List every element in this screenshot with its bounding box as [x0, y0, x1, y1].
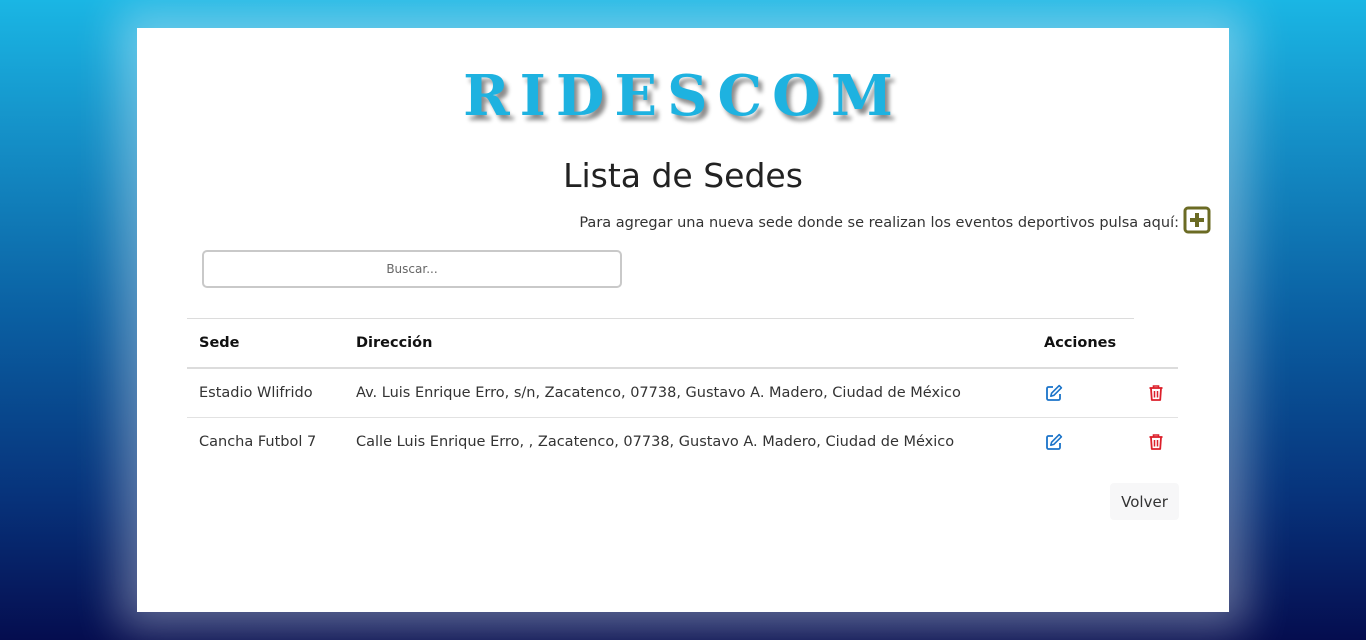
volver-button[interactable]: Volver: [1110, 483, 1179, 520]
plus-square-icon: [1183, 206, 1211, 234]
edit-icon: [1046, 384, 1063, 401]
edit-button[interactable]: [1044, 432, 1064, 452]
add-sede-text: Para agregar una nueva sede donde se rea…: [579, 215, 1179, 231]
cell-sede: Cancha Futbol 7: [199, 434, 317, 450]
cell-delete: [1134, 368, 1178, 418]
delete-button[interactable]: [1146, 383, 1166, 403]
delete-button[interactable]: [1146, 432, 1166, 452]
cell-edit: [1032, 368, 1134, 418]
header-direccion: Dirección: [344, 318, 1032, 369]
header-sede: Sede: [187, 318, 344, 369]
table-row: Cancha Futbol 7 Calle Luis Enrique Erro,…: [187, 418, 1178, 467]
page-title: Lista de Sedes: [563, 156, 803, 195]
brand-logo: RIDESCOM: [463, 63, 903, 129]
search-input[interactable]: [202, 250, 622, 288]
cell-direccion: Calle Luis Enrique Erro, , Zacatenco, 07…: [356, 434, 955, 450]
add-sede-row: Para agregar una nueva sede donde se rea…: [579, 206, 1211, 234]
cell-delete: [1134, 418, 1178, 467]
table-header-row: Sede Dirección Acciones: [187, 318, 1178, 369]
cell-direccion: Av. Luis Enrique Erro, s/n, Zacatenco, 0…: [344, 368, 1032, 418]
add-sede-button[interactable]: [1183, 206, 1211, 234]
trash-icon: [1149, 385, 1163, 401]
header-empty: [1134, 318, 1178, 369]
edit-button[interactable]: [1044, 383, 1064, 403]
main-card: RIDESCOM Lista de Sedes Para agregar una…: [137, 28, 1229, 612]
header-acciones: Acciones: [1032, 318, 1134, 369]
table-row: Estadio Wlifrido Av. Luis Enrique Erro, …: [187, 368, 1178, 418]
trash-icon: [1149, 434, 1163, 450]
edit-icon: [1046, 433, 1063, 450]
sedes-table: Sede Dirección Acciones Estadio Wlifrido…: [187, 318, 1178, 466]
cell-sede: Estadio Wlifrido: [187, 368, 344, 418]
cell-edit: [1032, 418, 1134, 467]
